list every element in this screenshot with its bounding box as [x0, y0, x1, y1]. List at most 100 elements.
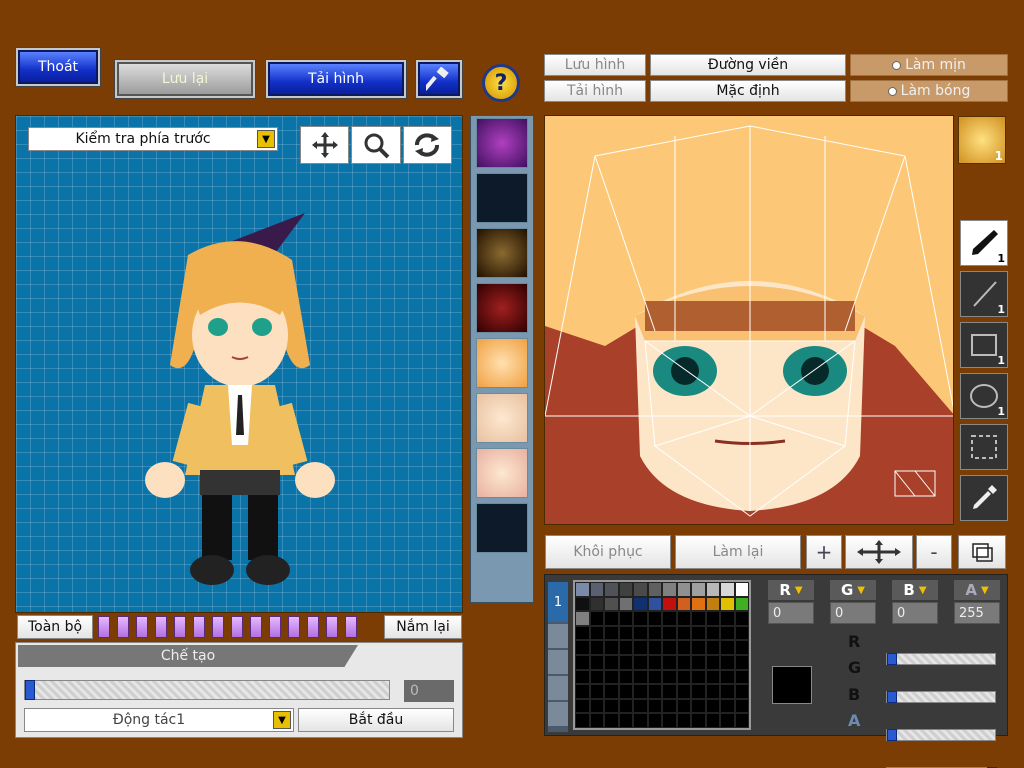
- part-thumb-empty[interactable]: [476, 503, 528, 553]
- palette-cell[interactable]: [575, 684, 590, 699]
- palette-cell[interactable]: [720, 625, 735, 641]
- palette-cell[interactable]: [734, 655, 749, 670]
- rotate-view-button[interactable]: [402, 126, 452, 164]
- move-view-button[interactable]: [300, 126, 350, 164]
- palette-cell[interactable]: [589, 713, 604, 728]
- part-thumb-dragon[interactable]: [476, 228, 528, 278]
- frame-segment[interactable]: [117, 616, 129, 638]
- pen-tool[interactable]: 1: [960, 220, 1008, 266]
- palette-cell[interactable]: [734, 582, 749, 597]
- palette-cell[interactable]: [705, 684, 720, 699]
- palette-tab[interactable]: [548, 650, 568, 674]
- palette-cell[interactable]: [618, 611, 633, 626]
- palette-grid[interactable]: [573, 580, 751, 730]
- palette-cell[interactable]: [647, 582, 662, 597]
- action-select[interactable]: Động tác1 ▼: [24, 708, 294, 732]
- palette-cell[interactable]: [720, 713, 735, 728]
- layer-button[interactable]: [958, 535, 1006, 569]
- palette-cell[interactable]: [720, 669, 735, 685]
- frame-segment[interactable]: [136, 616, 148, 638]
- select-tool[interactable]: [960, 424, 1008, 470]
- palette-cell[interactable]: [618, 655, 633, 670]
- palette-cell[interactable]: [676, 582, 691, 597]
- palette-cell[interactable]: [575, 669, 590, 685]
- palette-cell[interactable]: [662, 684, 677, 699]
- palette-cell[interactable]: [604, 669, 619, 685]
- palette-cell[interactable]: [647, 713, 662, 728]
- line-tool[interactable]: 1: [960, 271, 1008, 317]
- palette-cell[interactable]: [647, 669, 662, 685]
- palette-cell[interactable]: [705, 698, 720, 714]
- move-canvas-button[interactable]: [845, 535, 913, 569]
- palette-cell[interactable]: [662, 582, 677, 597]
- palette-cell[interactable]: [676, 625, 691, 641]
- palette-tabs[interactable]: 1: [548, 582, 568, 732]
- palette-cell[interactable]: [691, 698, 706, 714]
- palette-cell[interactable]: [691, 713, 706, 728]
- part-thumb-face[interactable]: [476, 338, 528, 388]
- restore-button[interactable]: Khôi phục: [545, 535, 671, 569]
- start-button[interactable]: Bắt đầu: [298, 708, 454, 732]
- face-thumb[interactable]: 1: [958, 116, 1006, 164]
- palette-cell[interactable]: [604, 640, 619, 655]
- palette-cell[interactable]: [705, 669, 720, 685]
- palette-cell[interactable]: [618, 596, 633, 612]
- palette-cell[interactable]: [647, 596, 662, 612]
- palette-cell[interactable]: [734, 596, 749, 612]
- load-image-button[interactable]: Tải hình: [544, 80, 646, 102]
- load-button[interactable]: Tải hình: [268, 62, 404, 96]
- palette-cell[interactable]: [676, 655, 691, 670]
- palette-cell[interactable]: [720, 582, 735, 597]
- palette-cell[interactable]: [618, 669, 633, 685]
- palette-cell[interactable]: [676, 698, 691, 714]
- g-value[interactable]: 0: [830, 602, 876, 624]
- palette-cell[interactable]: [647, 684, 662, 699]
- view-select[interactable]: Kiểm tra phía trước ▼: [28, 127, 278, 151]
- palette-cell[interactable]: [633, 640, 648, 655]
- all-button[interactable]: Toàn bộ: [17, 615, 93, 639]
- zoom-view-button[interactable]: [351, 126, 401, 164]
- palette-cell[interactable]: [575, 596, 590, 612]
- palette-cell[interactable]: [705, 611, 720, 626]
- palette-cell[interactable]: [633, 625, 648, 641]
- palette-cell[interactable]: [676, 669, 691, 685]
- save-button[interactable]: Lưu lại: [117, 62, 253, 96]
- palette-cell[interactable]: [633, 611, 648, 626]
- eyedropper-tool[interactable]: [960, 475, 1008, 521]
- palette-tab[interactable]: [548, 624, 568, 648]
- frame-segment[interactable]: [345, 616, 357, 638]
- palette-cell[interactable]: [662, 611, 677, 626]
- palette-cell[interactable]: [589, 582, 604, 597]
- default-button[interactable]: Mặc định: [650, 80, 846, 102]
- help-icon[interactable]: ?: [482, 64, 520, 102]
- frame-timeline[interactable]: [98, 616, 380, 640]
- palette-cell[interactable]: [618, 684, 633, 699]
- hammer-button[interactable]: [418, 62, 460, 96]
- palette-cell[interactable]: [734, 669, 749, 685]
- zoom-out-button[interactable]: -: [916, 535, 952, 569]
- palette-cell[interactable]: [604, 596, 619, 612]
- palette-cell[interactable]: [575, 582, 590, 597]
- palette-cell[interactable]: [720, 596, 735, 612]
- palette-cell[interactable]: [691, 596, 706, 612]
- palette-cell[interactable]: [647, 655, 662, 670]
- g-slider[interactable]: [886, 691, 996, 703]
- palette-cell[interactable]: [604, 684, 619, 699]
- part-thumb-helmet[interactable]: [476, 118, 528, 168]
- redo-button[interactable]: Làm lại: [675, 535, 801, 569]
- palette-cell[interactable]: [633, 655, 648, 670]
- palette-cell[interactable]: [589, 698, 604, 714]
- palette-cell[interactable]: [604, 582, 619, 597]
- palette-cell[interactable]: [676, 640, 691, 655]
- palette-cell[interactable]: [589, 684, 604, 699]
- save-image-button[interactable]: Lưu hình: [544, 54, 646, 76]
- progress-slider[interactable]: [24, 680, 390, 700]
- palette-cell[interactable]: [691, 684, 706, 699]
- palette-cell[interactable]: [589, 611, 604, 626]
- palette-cell[interactable]: [734, 625, 749, 641]
- zoom-in-button[interactable]: +: [806, 535, 842, 569]
- palette-cell[interactable]: [618, 698, 633, 714]
- palette-cell[interactable]: [575, 713, 590, 728]
- palette-cell[interactable]: [647, 698, 662, 714]
- palette-cell[interactable]: [662, 596, 677, 612]
